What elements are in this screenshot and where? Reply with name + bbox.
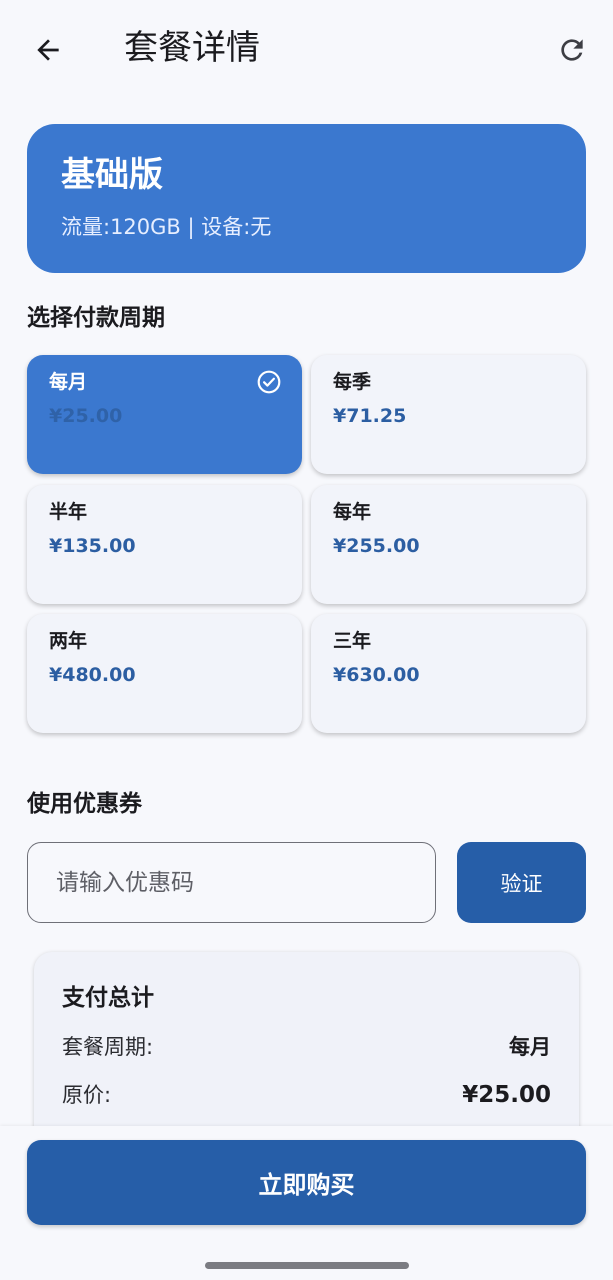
summary-value: ¥25.00 [462, 1082, 551, 1108]
home-indicator[interactable] [205, 1262, 409, 1269]
refresh-button[interactable] [548, 26, 596, 74]
period-price: ¥135.00 [49, 535, 136, 557]
period-option-two-years[interactable]: 两年 ¥480.00 [27, 614, 302, 733]
period-label: 每季 [333, 371, 372, 393]
plan-detail-screen: 套餐详情 基础版 流量:120GB | 设备:无 选择付款周期 每月 ¥25.0… [0, 0, 613, 1280]
period-option-yearly[interactable]: 每年 ¥255.00 [311, 485, 586, 604]
plan-card: 基础版 流量:120GB | 设备:无 [27, 124, 586, 273]
arrow-left-icon [37, 39, 59, 61]
verify-button[interactable]: 验证 [457, 842, 586, 923]
summary-value: 每月 [509, 1035, 551, 1059]
app-bar: 套餐详情 [0, 0, 613, 100]
plan-name: 基础版 [61, 155, 163, 195]
period-option-three-years[interactable]: 三年 ¥630.00 [311, 614, 586, 733]
summary-label: 套餐周期: [62, 1035, 154, 1059]
summary-row-period: 套餐周期: 每月 [62, 1032, 551, 1062]
period-label: 两年 [49, 630, 88, 652]
buy-now-button[interactable]: 立即购买 [27, 1140, 586, 1225]
plan-meta: 流量:120GB | 设备:无 [61, 215, 272, 239]
period-label: 每年 [333, 501, 372, 523]
period-price: ¥25.00 [49, 405, 123, 427]
summary-title: 支付总计 [62, 985, 154, 1011]
period-label: 每月 [49, 371, 88, 393]
summary-row-original-price: 原价: ¥25.00 [62, 1080, 551, 1110]
back-button[interactable] [24, 26, 72, 74]
period-section-title: 选择付款周期 [27, 305, 165, 331]
period-label: 半年 [49, 501, 88, 523]
coupon-input[interactable] [27, 842, 436, 923]
refresh-icon [561, 39, 583, 61]
period-price: ¥630.00 [333, 664, 420, 686]
period-option-quarterly[interactable]: 每季 ¥71.25 [311, 355, 586, 474]
coupon-section-title: 使用优惠券 [27, 791, 142, 817]
period-option-monthly[interactable]: 每月 ¥25.00 [27, 355, 302, 474]
period-label: 三年 [333, 630, 372, 652]
page-title: 套餐详情 [124, 28, 260, 68]
bottom-bar: 立即购买 [0, 1126, 613, 1280]
check-circle-icon [257, 370, 281, 394]
period-price: ¥71.25 [333, 405, 407, 427]
period-price: ¥480.00 [49, 664, 136, 686]
period-option-half-year[interactable]: 半年 ¥135.00 [27, 485, 302, 604]
period-price: ¥255.00 [333, 535, 420, 557]
summary-label: 原价: [62, 1083, 112, 1107]
